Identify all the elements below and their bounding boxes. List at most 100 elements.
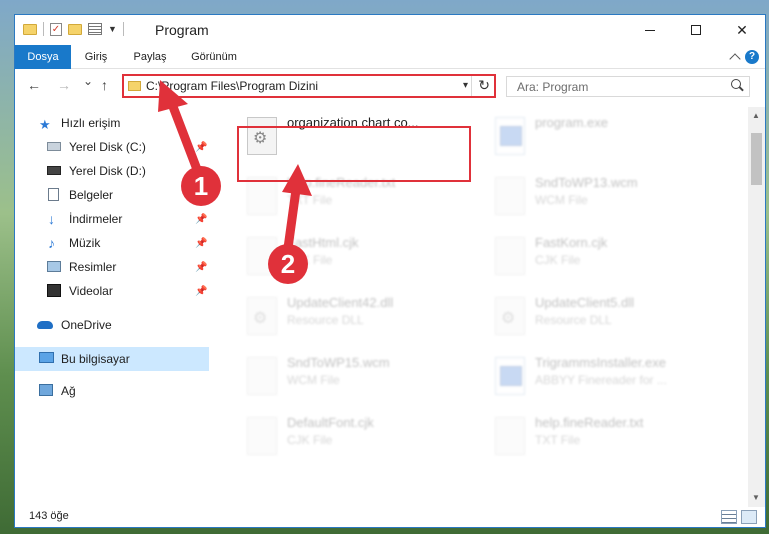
sidebar-item-this-pc[interactable]: Bu bilgisayar xyxy=(15,347,209,371)
sidebar-item-local-disk-c[interactable]: Yerel Disk (C:) 📌 xyxy=(15,135,209,159)
exe-icon xyxy=(495,357,525,395)
sidebar-item-network[interactable]: Ağ xyxy=(15,379,209,403)
sidebar-item-music[interactable]: ♪ Müzik 📌 xyxy=(15,231,209,255)
file-type: WCM File xyxy=(535,193,588,207)
blank-file-icon xyxy=(247,417,277,455)
customize-toolbar-icon[interactable] xyxy=(88,23,102,35)
file-item[interactable]: help.fineReader.txt TXT File xyxy=(487,411,727,465)
sidebar-item-label: Belgeler xyxy=(69,188,114,202)
address-divider xyxy=(471,76,472,96)
sidebar-item-videos[interactable]: Videolar 📌 xyxy=(15,279,209,303)
back-button[interactable]: ← xyxy=(27,77,41,93)
file-type: WCM File xyxy=(287,373,340,387)
file-name: UpdateClient5.dll xyxy=(535,295,635,310)
music-icon: ♪ xyxy=(48,235,55,251)
star-icon: ★ xyxy=(39,116,51,132)
minimize-icon xyxy=(645,29,655,31)
folder-icon xyxy=(128,81,141,91)
up-button[interactable]: ↑ xyxy=(101,77,108,93)
folder-icon[interactable] xyxy=(23,23,37,35)
search-icon[interactable] xyxy=(731,79,743,93)
drive-icon xyxy=(47,166,61,175)
file-type: TXT File xyxy=(535,433,581,447)
file-name: SndToWP15.wcm xyxy=(287,355,390,370)
status-bar: 143 öğe xyxy=(15,507,765,527)
file-type: Resource DLL xyxy=(287,313,364,327)
tab-gorunum[interactable]: Görünüm xyxy=(183,45,245,69)
recent-locations-button[interactable]: ⌄ xyxy=(83,74,93,88)
pin-icon[interactable]: 📌 xyxy=(195,214,207,225)
address-bar[interactable]: C:\Program Files\Program Dizini ▾ ↻ xyxy=(122,74,496,98)
blank-file-icon xyxy=(247,237,277,275)
sidebar-item-pictures[interactable]: Resimler 📌 xyxy=(15,255,209,279)
pin-icon[interactable]: 📌 xyxy=(195,262,207,273)
cloud-icon xyxy=(37,321,53,329)
dropdown-arrow-icon[interactable]: ▼ xyxy=(108,24,117,34)
chevron-down-icon[interactable]: ▾ xyxy=(463,80,468,91)
text-file-icon xyxy=(495,417,525,455)
vertical-scrollbar[interactable]: ▲ ▼ xyxy=(748,107,765,507)
sidebar-item-label: Bu bilgisayar xyxy=(61,352,130,366)
pin-icon[interactable]: 📌 xyxy=(195,142,207,153)
sidebar-item-local-disk-d[interactable]: Yerel Disk (D:) xyxy=(15,159,209,183)
pin-icon[interactable]: 📌 xyxy=(195,286,207,297)
details-view-icon[interactable] xyxy=(721,510,737,524)
item-count: 143 öğe xyxy=(29,510,69,522)
maximize-button[interactable] xyxy=(673,15,719,45)
videos-icon xyxy=(47,284,61,297)
tab-dosya[interactable]: Dosya xyxy=(15,45,71,69)
ribbon-controls: ? xyxy=(729,50,759,65)
title-bar: ✓ ▼ Program ✕ xyxy=(15,15,765,45)
tab-paylas[interactable]: Paylaş xyxy=(125,45,175,69)
window-controls: ✕ xyxy=(627,15,765,45)
file-name: SndToWP13.wcm xyxy=(535,175,638,190)
scroll-up-icon[interactable]: ▲ xyxy=(752,111,760,120)
drive-icon xyxy=(47,142,61,151)
file-name: UpdateClient42.dll xyxy=(287,295,394,310)
file-type: Resource DLL xyxy=(535,313,612,327)
expand-ribbon-icon[interactable] xyxy=(729,53,741,65)
navigation-pane: ★ Hızlı erişim Yerel Disk (C:) 📌 Yerel D… xyxy=(15,107,211,507)
sidebar-item-downloads[interactable]: ↓ İndirmeler 📌 xyxy=(15,207,209,231)
file-name: FastHtml.cjk xyxy=(287,235,359,250)
file-type: CJK File xyxy=(287,253,333,267)
file-item-program-exe[interactable]: program.exe xyxy=(487,111,727,165)
new-folder-icon[interactable] xyxy=(68,23,82,35)
file-item[interactable]: SndToWP15.wcm WCM File xyxy=(239,351,479,405)
view-buttons xyxy=(721,510,757,524)
toolbar-divider xyxy=(43,22,44,36)
search-input[interactable]: Ara: Program xyxy=(506,76,750,97)
scrollbar-thumb[interactable] xyxy=(751,133,762,185)
text-file-icon xyxy=(247,177,277,215)
help-icon[interactable]: ? xyxy=(745,50,759,64)
pictures-icon xyxy=(47,261,61,272)
sidebar-item-quick-access[interactable]: ★ Hızlı erişim xyxy=(15,111,209,135)
file-name: help.fineReader.txt xyxy=(535,415,644,430)
file-name: TrigrammsInstaller.exe xyxy=(535,355,666,370)
sidebar-item-label: Videolar xyxy=(69,284,113,298)
file-item[interactable]: DefaultFont.cjk CJK File xyxy=(239,411,479,465)
file-item[interactable]: UpdateClient42.dll Resource DLL xyxy=(239,291,479,345)
file-item[interactable]: TrigrammsInstaller.exe ABBYY Finereader … xyxy=(487,351,727,405)
forward-button[interactable]: → xyxy=(57,77,71,93)
tab-giris[interactable]: Giriş xyxy=(75,45,117,69)
file-name: program.exe xyxy=(535,115,608,130)
pin-icon[interactable]: 📌 xyxy=(195,238,207,249)
file-item[interactable]: FastKorn.cjk CJK File xyxy=(487,231,727,285)
close-button[interactable]: ✕ xyxy=(719,15,765,45)
scroll-down-icon[interactable]: ▼ xyxy=(752,493,760,502)
file-item[interactable]: UpdateClient5.dll Resource DLL xyxy=(487,291,727,345)
minimize-button[interactable] xyxy=(627,15,673,45)
sidebar-item-documents[interactable]: Belgeler xyxy=(15,183,209,207)
refresh-icon[interactable]: ↻ xyxy=(478,77,490,94)
sidebar-item-onedrive[interactable]: OneDrive xyxy=(15,313,209,337)
file-item[interactable]: FastHtml.cjk CJK File xyxy=(239,231,479,285)
search-placeholder: Ara: Program xyxy=(517,80,589,94)
address-path[interactable]: C:\Program Files\Program Dizini xyxy=(146,79,318,93)
blank-file-icon xyxy=(495,177,525,215)
properties-icon[interactable]: ✓ xyxy=(50,22,62,36)
sidebar-item-label: Resimler xyxy=(69,260,117,274)
file-item[interactable]: SndToWP13.wcm WCM File xyxy=(487,171,727,225)
large-icons-view-icon[interactable] xyxy=(741,510,757,524)
download-icon: ↓ xyxy=(48,211,55,227)
